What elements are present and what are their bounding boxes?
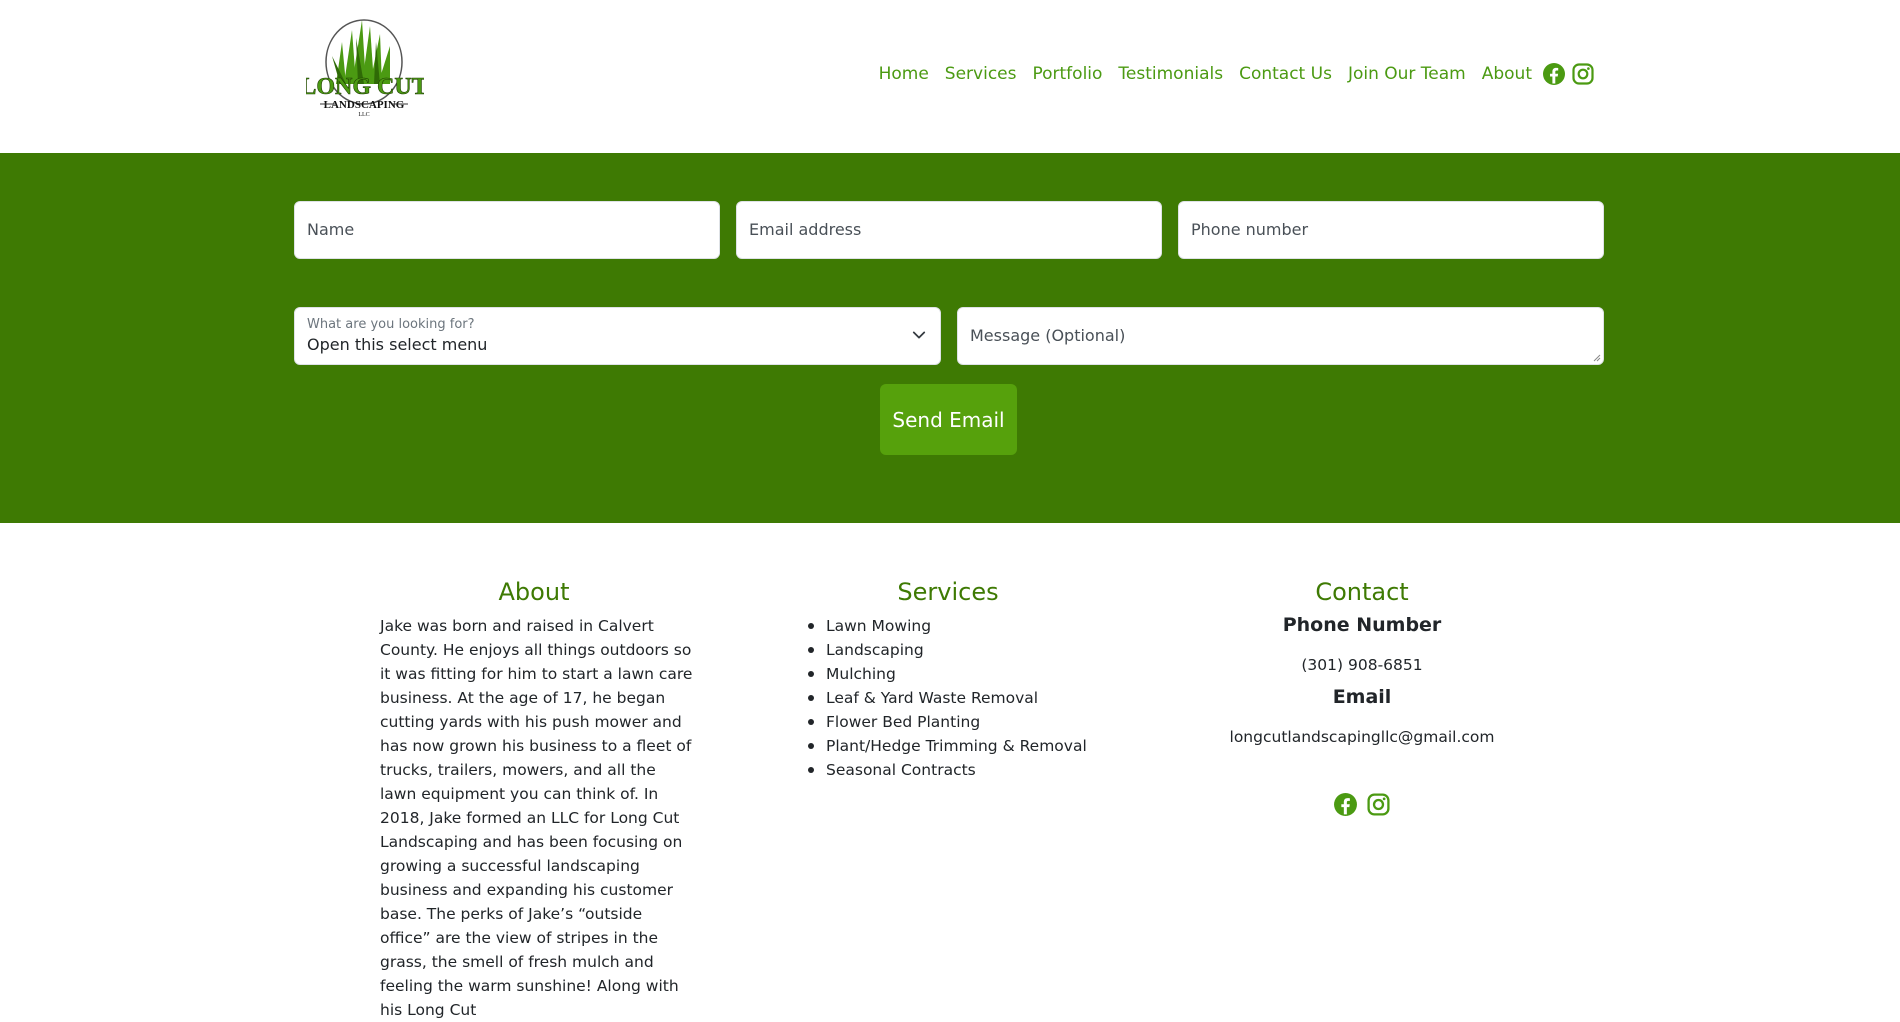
- svg-text:LLC: LLC: [358, 112, 369, 118]
- nav-link-join-our-team[interactable]: Join Our Team: [1348, 64, 1466, 84]
- select-floating-label: What are you looking for?: [307, 317, 475, 332]
- instagram-icon[interactable]: [1571, 62, 1595, 86]
- logo[interactable]: LONG CUT LANDSCAPING LLC: [300, 12, 428, 120]
- nav-link-contact-us[interactable]: Contact Us: [1239, 64, 1332, 84]
- about-heading: About: [498, 578, 570, 606]
- name-placeholder: Name: [307, 220, 355, 239]
- list-item: Seasonal Contracts: [808, 758, 1087, 782]
- email-input[interactable]: Email address: [736, 201, 1162, 259]
- contact-form-section: Name Email address Phone number What are…: [0, 153, 1900, 523]
- instagram-icon[interactable]: [1366, 792, 1391, 817]
- phone-input[interactable]: Phone number: [1178, 201, 1604, 259]
- nav-link-portfolio[interactable]: Portfolio: [1032, 64, 1102, 84]
- send-email-button[interactable]: Send Email: [880, 384, 1017, 455]
- phone-placeholder: Phone number: [1191, 220, 1309, 239]
- contact-heading: Contact: [1315, 578, 1409, 606]
- svg-text:LANDSCAPING: LANDSCAPING: [324, 99, 405, 111]
- name-input[interactable]: Name: [294, 201, 720, 259]
- select-value: Open this select menu: [307, 335, 488, 354]
- main-nav: Home Services Portfolio Testimonials Con…: [863, 62, 1595, 86]
- site-header: LONG CUT LANDSCAPING LLC Home Services P…: [0, 0, 1900, 153]
- message-textarea[interactable]: Message (Optional): [957, 307, 1604, 365]
- nav-link-home[interactable]: Home: [879, 64, 929, 84]
- list-item: Mulching: [808, 662, 1087, 686]
- services-list: Lawn Mowing Landscaping Mulching Leaf & …: [808, 614, 1087, 782]
- phone-number[interactable]: (301) 908-6851: [1208, 656, 1516, 674]
- phone-heading: Phone Number: [1282, 614, 1442, 636]
- nav-social-links: [1542, 62, 1595, 86]
- footer-social-links: [1208, 792, 1516, 817]
- service-select[interactable]: What are you looking for? Open this sele…: [294, 307, 941, 365]
- email-placeholder: Email address: [749, 220, 862, 239]
- facebook-icon[interactable]: [1542, 62, 1566, 86]
- about-text: Jake was born and raised in Calvert Coun…: [380, 617, 693, 1019]
- facebook-icon[interactable]: [1333, 792, 1358, 817]
- nav-link-testimonials[interactable]: Testimonials: [1118, 64, 1223, 84]
- email-heading: Email: [1332, 686, 1392, 708]
- resize-grip-icon[interactable]: [1593, 354, 1601, 362]
- services-heading: Services: [897, 578, 999, 606]
- svg-text:LONG CUT: LONG CUT: [306, 74, 424, 100]
- email-address[interactable]: longcutlandscapingllc@gmail.com: [1208, 728, 1516, 746]
- logo-graphic: LONG CUT LANDSCAPING LLC: [300, 19, 428, 118]
- list-item: Leaf & Yard Waste Removal: [808, 686, 1087, 710]
- chevron-down-icon: [912, 331, 926, 339]
- list-item: Lawn Mowing: [808, 614, 1087, 638]
- nav-link-services[interactable]: Services: [945, 64, 1017, 84]
- message-placeholder: Message (Optional): [970, 326, 1126, 345]
- nav-link-about[interactable]: About: [1482, 64, 1532, 84]
- list-item: Landscaping: [808, 638, 1087, 662]
- list-item: Flower Bed Planting: [808, 710, 1087, 734]
- list-item: Plant/Hedge Trimming & Removal: [808, 734, 1087, 758]
